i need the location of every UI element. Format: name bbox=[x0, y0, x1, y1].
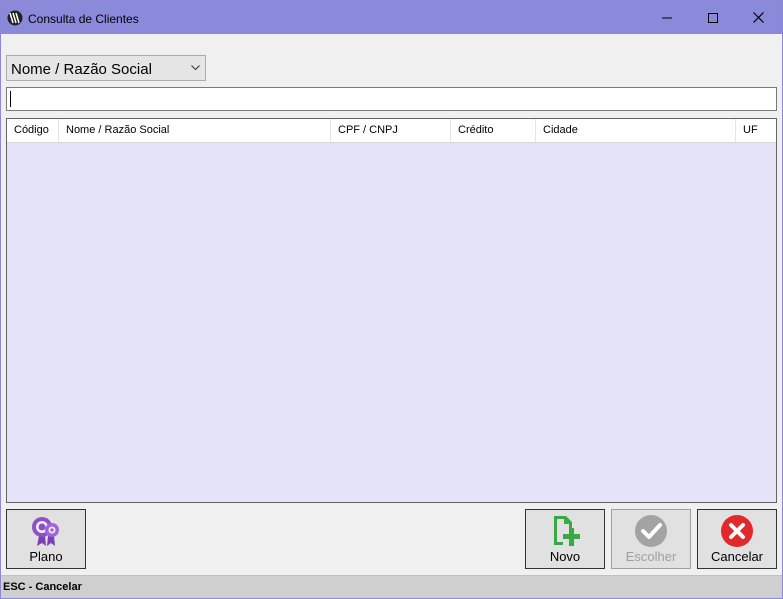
status-hint: ESC - Cancelar bbox=[3, 581, 82, 593]
grid-header: Código Nome / Razão Social CPF / CNPJ Cr… bbox=[7, 119, 776, 143]
maximize-icon bbox=[707, 12, 718, 23]
novo-button[interactable]: Novo bbox=[525, 509, 605, 569]
escolher-button[interactable]: Escolher bbox=[611, 509, 691, 569]
column-header-uf[interactable]: UF bbox=[736, 119, 776, 142]
close-icon bbox=[753, 12, 764, 23]
minimize-button[interactable] bbox=[644, 1, 689, 34]
cancelar-button[interactable]: Cancelar bbox=[697, 509, 777, 569]
plano-label: Plano bbox=[29, 549, 63, 564]
plano-button[interactable]: Plano bbox=[6, 509, 86, 569]
minimize-icon bbox=[661, 17, 672, 18]
app-logo-icon bbox=[7, 10, 23, 26]
text-caret bbox=[10, 91, 11, 107]
maximize-button[interactable] bbox=[690, 1, 735, 34]
check-circle-icon bbox=[635, 515, 667, 547]
novo-label: Novo bbox=[549, 549, 581, 564]
column-header-codigo[interactable]: Código bbox=[7, 119, 59, 142]
window-title: Consulta de Clientes bbox=[28, 12, 139, 26]
settings-badge-icon bbox=[32, 517, 59, 546]
column-header-credito[interactable]: Crédito bbox=[451, 119, 536, 142]
search-mode-value: Nome / Razão Social bbox=[11, 61, 152, 78]
escolher-label: Escolher bbox=[625, 549, 677, 564]
content-area: Nome / Razão Social Código Nome / Razão … bbox=[1, 34, 782, 598]
close-button[interactable] bbox=[736, 1, 781, 34]
cancel-circle-icon bbox=[721, 515, 753, 547]
column-header-cpf-cnpj[interactable]: CPF / CNPJ bbox=[331, 119, 451, 142]
consulta-clientes-window: Consulta de Clientes Nome / Razão Social… bbox=[0, 0, 783, 599]
new-document-plus-icon bbox=[554, 516, 580, 546]
clients-grid[interactable]: Código Nome / Razão Social CPF / CNPJ Cr… bbox=[6, 118, 777, 503]
column-header-cidade[interactable]: Cidade bbox=[536, 119, 736, 142]
cancelar-label: Cancelar bbox=[710, 549, 764, 564]
title-bar: Consulta de Clientes bbox=[1, 1, 782, 34]
status-bar: ESC - Cancelar bbox=[1, 575, 782, 598]
search-mode-select[interactable]: Nome / Razão Social bbox=[6, 55, 206, 81]
search-input[interactable] bbox=[6, 87, 777, 111]
column-header-nome[interactable]: Nome / Razão Social bbox=[59, 119, 331, 142]
chevron-down-icon bbox=[191, 65, 200, 71]
